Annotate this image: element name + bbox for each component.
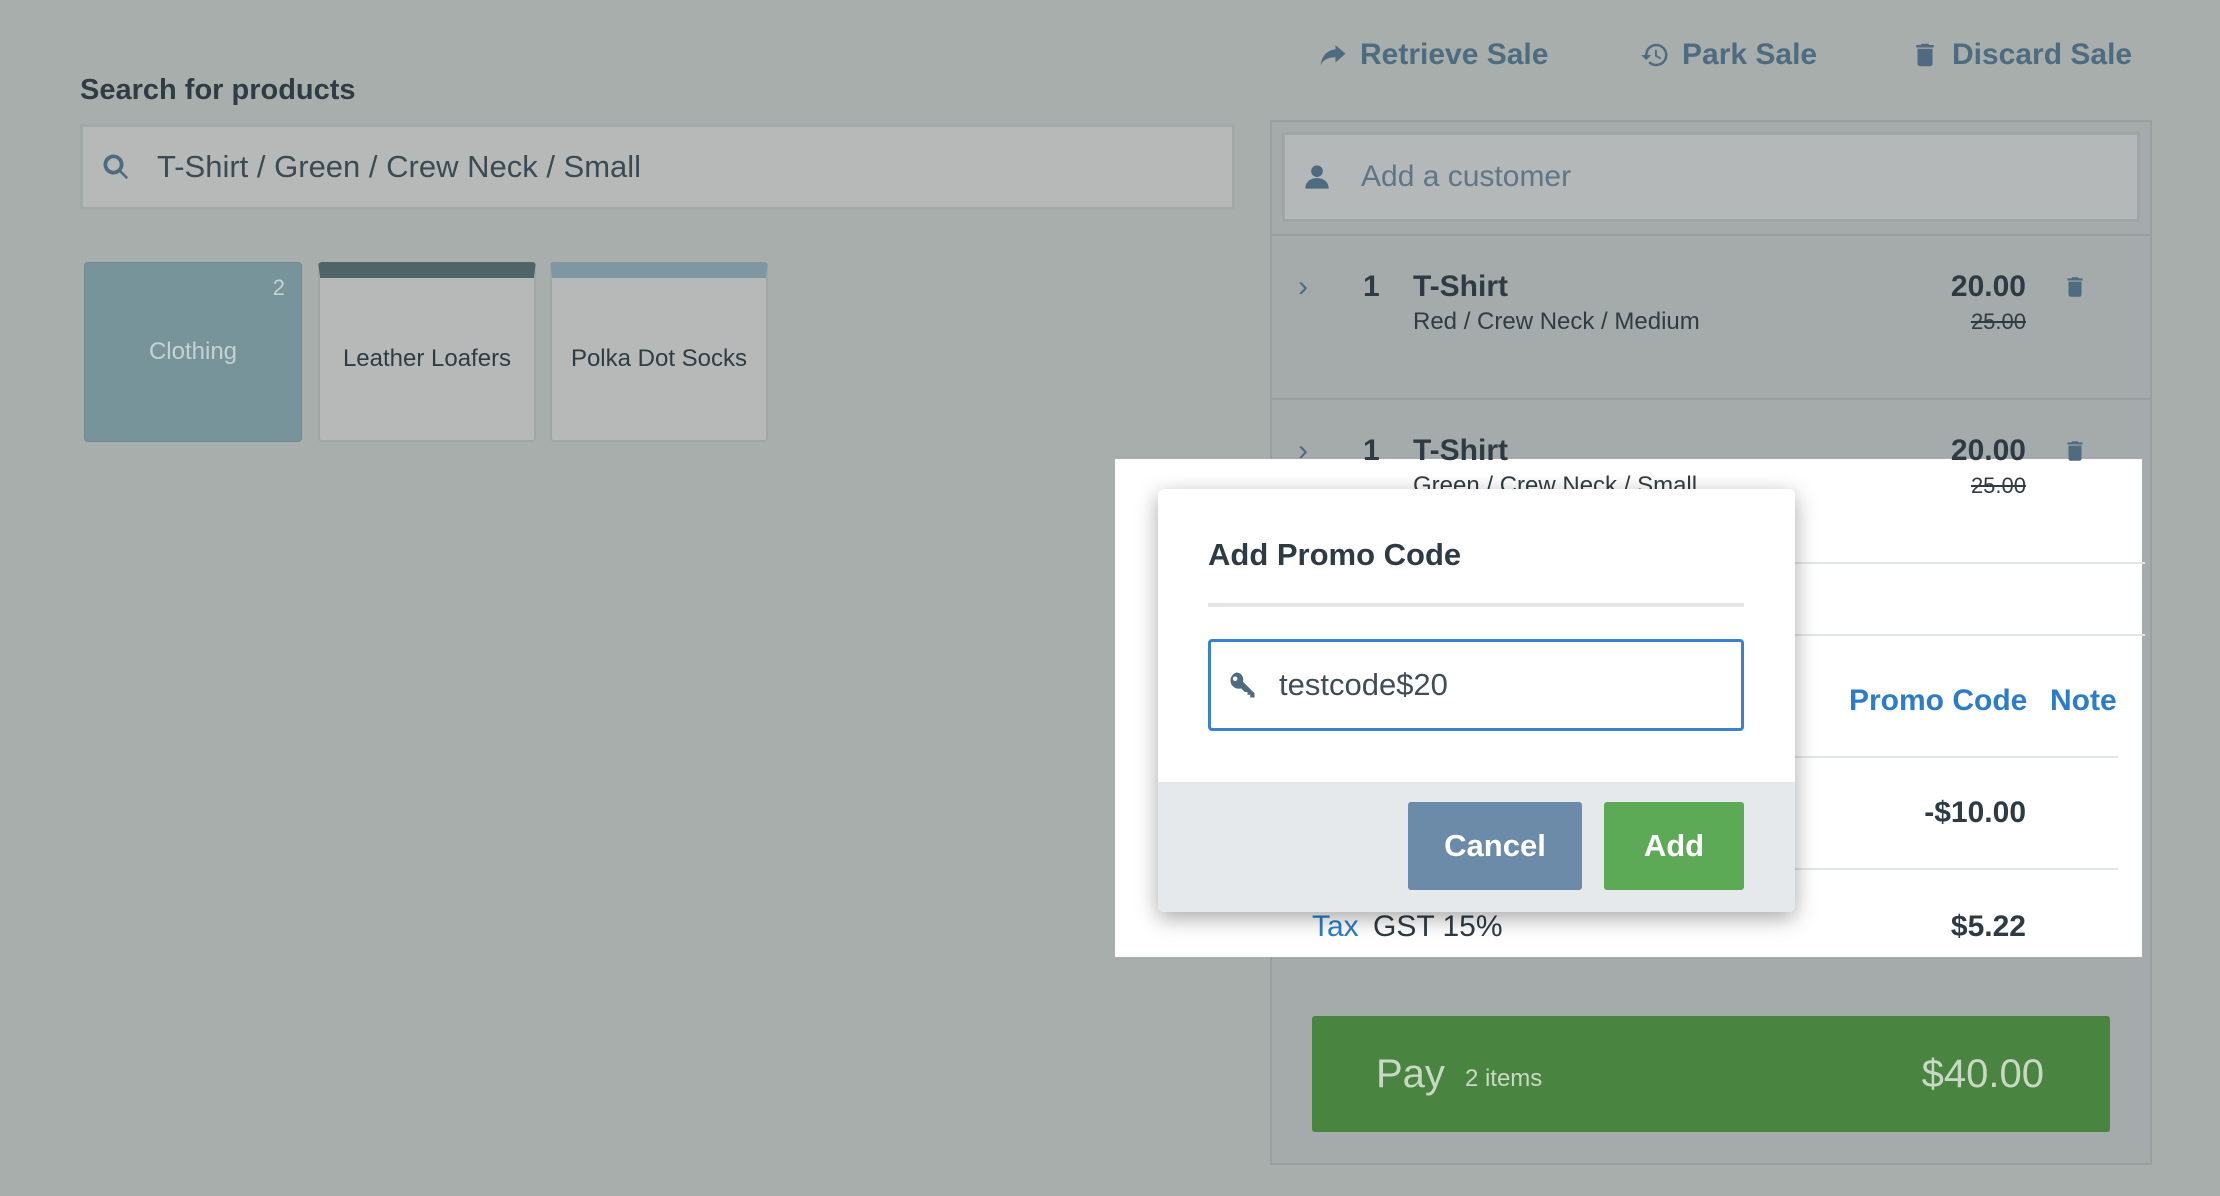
delete-line-item-icon[interactable] [2062, 436, 2088, 466]
retrieve-sale-label: Retrieve Sale [1360, 38, 1549, 71]
cancel-button[interactable]: Cancel [1408, 802, 1582, 890]
divider [1208, 603, 1744, 607]
line-item-variant: Red / Crew Neck / Medium [1413, 308, 1700, 335]
key-icon [1230, 672, 1255, 698]
tile-clothing[interactable]: 2 Clothing [84, 262, 302, 442]
modal-title: Add Promo Code [1208, 537, 1462, 572]
discard-sale-button[interactable]: Discard Sale [1910, 38, 2132, 72]
trash-icon [1916, 43, 1934, 67]
divider [1272, 398, 2150, 400]
promo-code-modal: Add Promo Code testcode$20 Cancel Add [1158, 489, 1795, 912]
line-item-name[interactable]: T-Shirt [1413, 270, 1508, 304]
share-arrow-icon [1320, 45, 1346, 65]
add-customer-input[interactable]: Add a customer [1282, 132, 2140, 222]
line-item-qty[interactable]: 1 [1363, 270, 1380, 304]
line-item-qty[interactable]: 1 [1363, 434, 1380, 468]
tax-value: $5.22 [1950, 910, 2026, 943]
tile-polka-dot-socks[interactable]: Polka Dot Socks [550, 262, 768, 442]
search-value: T-Shirt / Green / Crew Neck / Small [157, 149, 642, 184]
discard-sale-label: Discard Sale [1952, 38, 2133, 71]
tile-count: 2 [272, 275, 285, 300]
divider [1795, 634, 2145, 636]
search-input[interactable]: T-Shirt / Green / Crew Neck / Small [80, 124, 1235, 210]
pay-button[interactable]: Pay 2 items $40.00 [1312, 1016, 2110, 1132]
tile-label: Clothing [148, 338, 238, 365]
modal-footer: Cancel Add [1158, 782, 1795, 912]
delete-line-item-icon[interactable] [2062, 272, 2088, 302]
tile-label: Leather Loafers [342, 345, 512, 372]
pay-item-count: 2 items [1464, 1065, 1543, 1092]
line-item-price[interactable]: 20.00 [1826, 434, 2026, 468]
divider [1795, 562, 2145, 564]
promo-code-input[interactable]: testcode$20 [1208, 639, 1744, 731]
user-icon [1305, 165, 1329, 189]
tile-leather-loafers[interactable]: Leather Loafers [318, 262, 536, 442]
promo-code-value: testcode$20 [1279, 667, 1448, 702]
search-label: Search for products [80, 74, 356, 106]
discount-value: -$10.00 [1924, 796, 2026, 829]
tax-name: GST 15% [1373, 910, 1503, 943]
divider [1272, 234, 2150, 236]
tile-label: Polka Dot Socks [570, 345, 748, 372]
park-sale-button[interactable]: Park Sale [1640, 38, 1817, 72]
line-item-price[interactable]: 20.00 [1826, 270, 2026, 304]
promo-code-link[interactable]: Promo Code [1849, 684, 2027, 718]
add-customer-placeholder: Add a customer [1361, 160, 1572, 193]
add-button[interactable]: Add [1604, 802, 1744, 890]
search-icon [103, 154, 129, 180]
pay-total: $40.00 [1921, 1051, 2044, 1096]
line-item-original-price: 25.00 [1970, 309, 2026, 334]
expand-chevron-icon[interactable]: › [1298, 270, 1308, 304]
line-item-original-price: 25.00 [1970, 473, 2026, 498]
history-icon [1641, 43, 1668, 67]
line-item-name[interactable]: T-Shirt [1413, 434, 1508, 468]
park-sale-label: Park Sale [1682, 38, 1818, 71]
note-link[interactable]: Note [2050, 684, 2117, 718]
expand-chevron-icon[interactable]: › [1298, 434, 1308, 468]
tax-link[interactable]: Tax [1312, 910, 1359, 944]
pay-label: Pay [1376, 1051, 1445, 1096]
retrieve-sale-button[interactable]: Retrieve Sale [1318, 38, 1548, 72]
